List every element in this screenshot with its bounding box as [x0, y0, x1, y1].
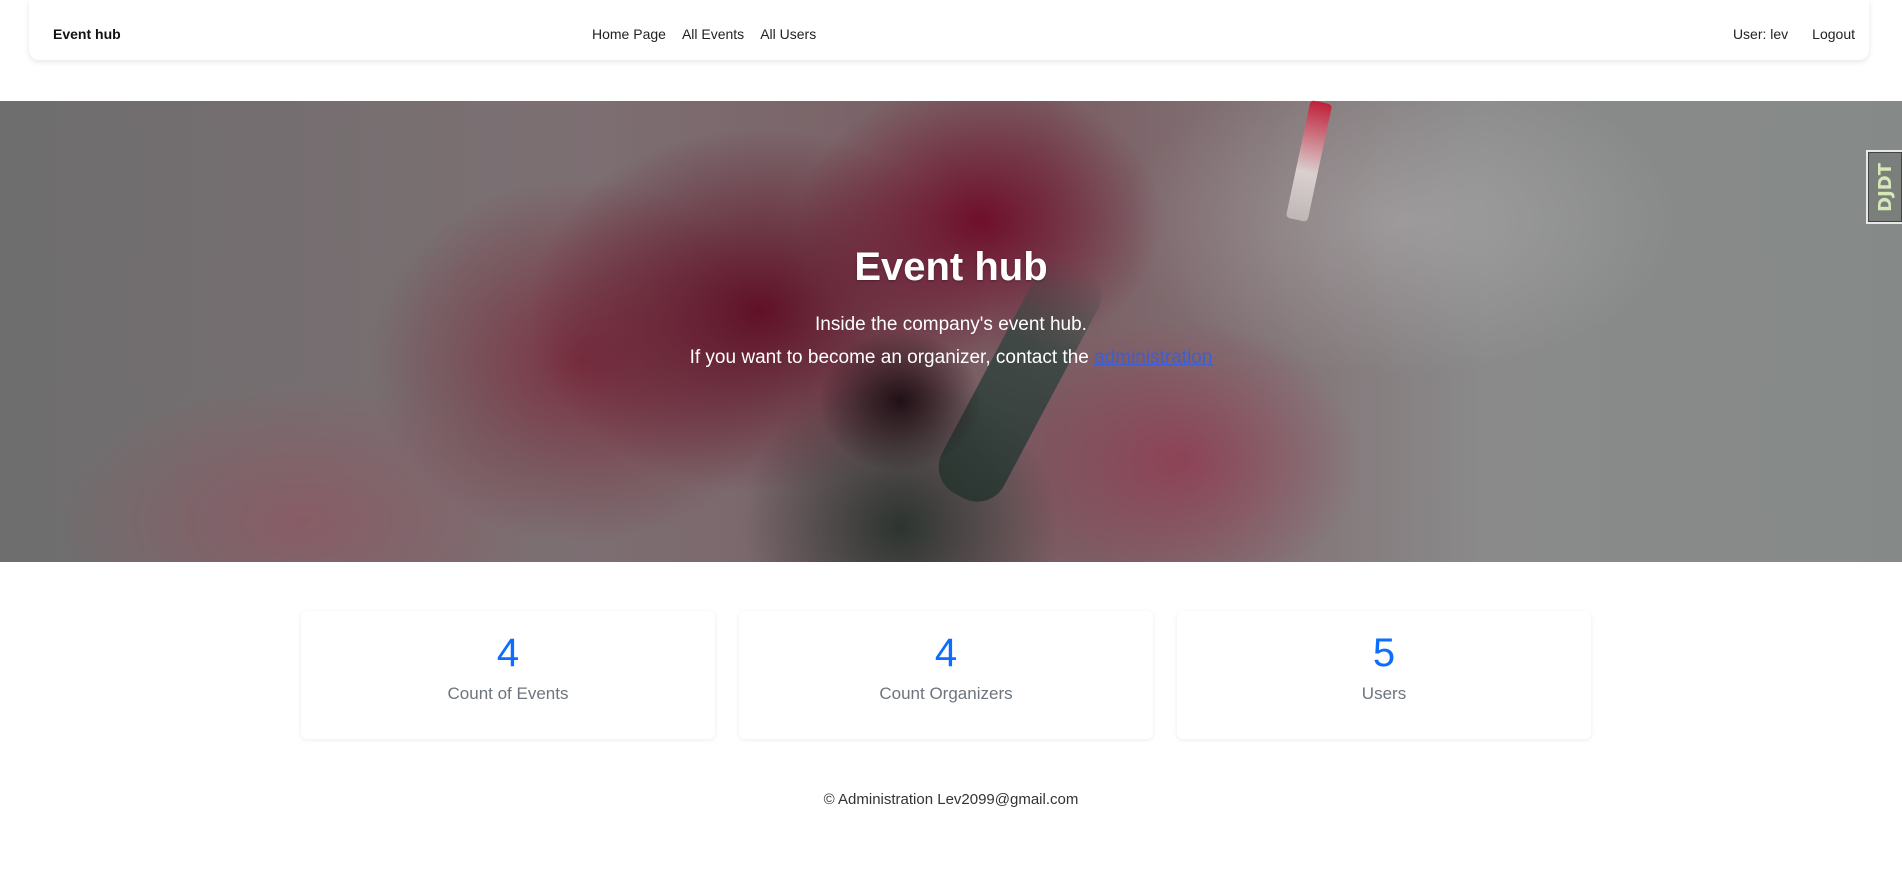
stat-value: 4: [934, 631, 958, 675]
stat-card-events: 4 Count of Events: [301, 611, 715, 739]
administration-link[interactable]: administration: [1094, 347, 1212, 368]
nav-all-users-link[interactable]: All Users: [760, 26, 816, 42]
logout-link[interactable]: Logout: [1812, 26, 1855, 42]
hero-title: Event hub: [854, 245, 1048, 289]
user-profile-link[interactable]: User: lev: [1733, 26, 1788, 42]
hero-subtitle: Inside the company's event hub.: [815, 314, 1087, 335]
debug-toolbar-handle[interactable]: DJDT: [1866, 150, 1902, 224]
brand-logo-link[interactable]: Event hub: [53, 26, 121, 42]
nav-all-events-link[interactable]: All Events: [682, 26, 744, 42]
stat-value: 5: [1372, 631, 1396, 675]
stat-value: 4: [496, 631, 520, 675]
hero-contact-prefix: If you want to become an organizer, cont…: [689, 347, 1095, 368]
hero-banner: Event hub Inside the company's event hub…: [0, 101, 1902, 562]
stat-label: Users: [1361, 684, 1407, 703]
stat-label: Count Organizers: [879, 684, 1013, 703]
nav-home-page-link[interactable]: Home Page: [592, 26, 666, 42]
debug-toolbar-label: DJDT: [1874, 162, 1896, 212]
stats-row: 4 Count of Events 4 Count Organizers 5 U…: [301, 611, 1591, 739]
hero-content: Event hub Inside the company's event hub…: [0, 244, 1902, 374]
stat-card-organizers: 4 Count Organizers: [739, 611, 1153, 739]
nav-main-links: Home Page All Events All Users: [592, 26, 816, 42]
navbar: Event hub Home Page All Events All Users…: [29, 0, 1869, 60]
nav-user-area: User: lev Logout: [1733, 26, 1855, 42]
stat-label: Count of Events: [447, 684, 569, 703]
stat-card-users: 5 Users: [1177, 611, 1591, 739]
footer-text: © Administration Lev2099@gmail.com: [823, 791, 1079, 808]
footer: © Administration Lev2099@gmail.com: [0, 791, 1902, 808]
hero-contact-text: If you want to become an organizer, cont…: [0, 341, 1902, 374]
